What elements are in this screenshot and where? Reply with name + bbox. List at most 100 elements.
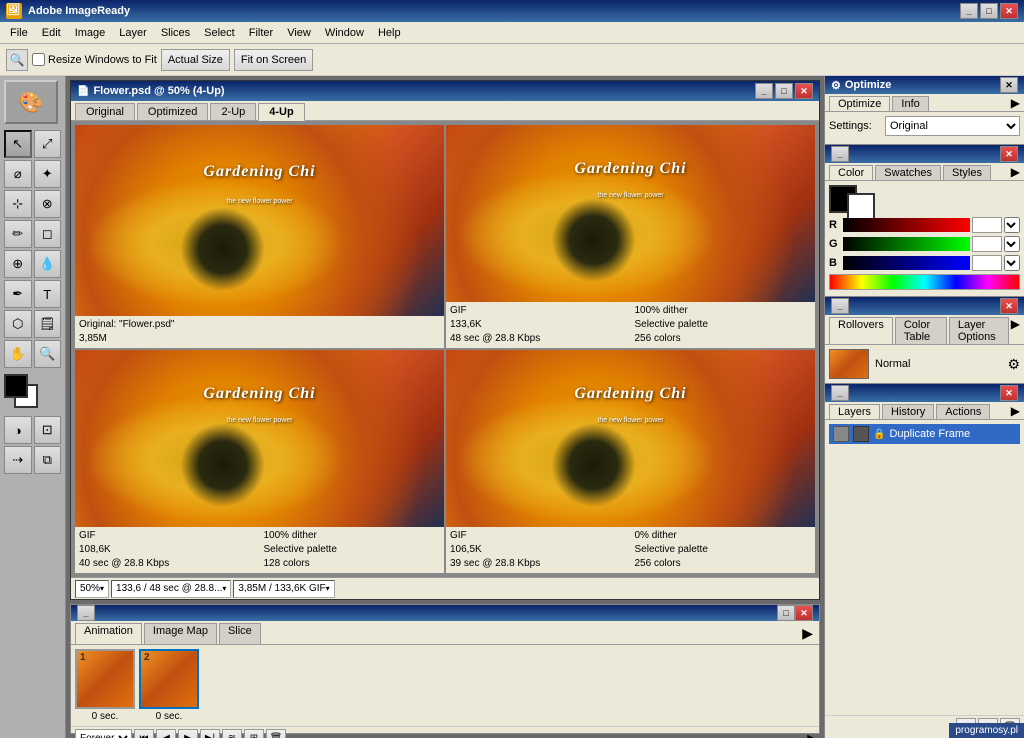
zoom-tool-icon[interactable]: 🔍 [6, 49, 28, 71]
tab-layers[interactable]: Layers [829, 404, 880, 419]
minimize-button[interactable]: _ [960, 3, 978, 19]
tab-color[interactable]: Color [829, 165, 873, 180]
export-tool[interactable]: ⇢ [4, 446, 32, 474]
tab-history[interactable]: History [882, 404, 934, 419]
tab-swatches[interactable]: Swatches [875, 165, 941, 180]
g-dropdown[interactable]: ▾ [1004, 236, 1020, 252]
preview-toggle[interactable]: ◑ [4, 416, 32, 444]
r-input[interactable]: 00 [972, 217, 1002, 233]
preview-img-4[interactable]: Gardening Chi the new flower power [446, 350, 815, 527]
anim-panel-minimize[interactable]: _ [77, 605, 95, 621]
preview-img-3[interactable]: Gardening Chi the new flower power [75, 350, 444, 527]
delete-frame-button[interactable]: 🗑 [266, 729, 286, 738]
rollovers-menu[interactable]: ▶ [1011, 317, 1020, 344]
rollovers-minimize[interactable]: _ [831, 298, 849, 314]
rollover-thumbnail[interactable] [829, 349, 869, 379]
prev-frame-button[interactable]: ◀ [156, 729, 176, 738]
duplicate-frame-button[interactable]: ⊞ [244, 729, 264, 738]
preview-img-2[interactable]: Gardening Chi the new flower power [446, 125, 815, 302]
transform-tool[interactable]: ⤢ [34, 130, 61, 158]
tab-styles[interactable]: Styles [943, 165, 991, 180]
color-panel-minimize[interactable]: _ [831, 146, 849, 162]
tab-4up[interactable]: 4-Up [258, 103, 304, 121]
animation-frame-1[interactable]: 1 [75, 649, 135, 709]
first-frame-button[interactable]: ⏮ [134, 729, 154, 738]
next-frame-button[interactable]: ▶| [200, 729, 220, 738]
g-input[interactable]: 00 [972, 236, 1002, 252]
shape-tool[interactable]: ⬡ [4, 310, 32, 338]
animation-frame-2[interactable]: 2 [139, 649, 199, 709]
blur-tool[interactable]: 💧 [34, 250, 62, 278]
tab-rollovers[interactable]: Rollovers [829, 317, 893, 344]
layers-minimize[interactable]: _ [831, 385, 849, 401]
text-tool[interactable]: T [34, 280, 62, 308]
img-maximize-button[interactable]: □ [775, 83, 793, 99]
opt-panel-close[interactable]: ✕ [1000, 77, 1018, 93]
rollovers-close[interactable]: ✕ [1000, 298, 1018, 314]
zoom-tool[interactable]: 🔍 [34, 340, 62, 368]
zoom-arrow[interactable]: ▾ [100, 584, 104, 593]
menu-file[interactable]: File [4, 25, 34, 41]
menu-view[interactable]: View [281, 25, 317, 41]
resize-windows-check[interactable]: Resize Windows to Fit [32, 53, 157, 66]
menu-image[interactable]: Image [69, 25, 112, 41]
tab-color-table[interactable]: Color Table [895, 317, 947, 344]
menu-edit[interactable]: Edit [36, 25, 67, 41]
fg-color-swatch[interactable] [4, 374, 28, 398]
g-slider[interactable] [843, 237, 970, 251]
tab-layer-options[interactable]: Layer Options [949, 317, 1009, 344]
size-arrow-1[interactable]: ▾ [222, 584, 226, 593]
pen-tool[interactable]: ✒ [4, 280, 32, 308]
layer-item-1[interactable]: 🔒 Duplicate Frame [829, 424, 1020, 444]
lasso-tool[interactable]: ⌀ [4, 160, 32, 188]
b-dropdown[interactable]: ▾ [1004, 255, 1020, 271]
img-minimize-button[interactable]: _ [755, 83, 773, 99]
tab-image-map[interactable]: Image Map [144, 623, 217, 644]
stamp-tool[interactable]: ⊕ [4, 250, 32, 278]
tab-optimized[interactable]: Optimized [137, 103, 209, 120]
menu-select[interactable]: Select [198, 25, 241, 41]
color-panel-close[interactable]: ✕ [1000, 146, 1018, 162]
b-slider[interactable] [843, 256, 970, 270]
menu-layer[interactable]: Layer [113, 25, 153, 41]
tab-actions[interactable]: Actions [936, 404, 990, 419]
menu-slices[interactable]: Slices [155, 25, 196, 41]
layers-close[interactable]: ✕ [1000, 385, 1018, 401]
anim-panel-maximize[interactable]: □ [777, 605, 795, 621]
menu-window[interactable]: Window [319, 25, 370, 41]
menu-filter[interactable]: Filter [243, 25, 279, 41]
color-swatch-bar[interactable] [829, 274, 1020, 290]
menu-help[interactable]: Help [372, 25, 407, 41]
tab-optimize[interactable]: Optimize [829, 96, 890, 111]
rollover-gear-icon[interactable]: ⚙ [1007, 356, 1020, 373]
loop-select[interactable]: Forever [75, 729, 132, 738]
tab-info[interactable]: Info [892, 96, 928, 111]
fit-screen-button[interactable]: Fit on Screen [234, 49, 313, 71]
anim-panel-close[interactable]: ✕ [795, 605, 813, 621]
tab-animation[interactable]: Animation [75, 623, 142, 644]
r-slider[interactable] [843, 218, 970, 232]
color-panel-menu[interactable]: ▶ [1011, 165, 1020, 180]
b-input[interactable]: 00 [972, 255, 1002, 271]
layers-menu[interactable]: ▶ [1011, 404, 1020, 419]
close-button[interactable]: ✕ [1000, 3, 1018, 19]
anim-scroll-right[interactable]: ▶ [807, 733, 815, 738]
background-color[interactable] [847, 193, 875, 221]
crop-tool[interactable]: ⊹ [4, 190, 32, 218]
maximize-button[interactable]: □ [980, 3, 998, 19]
opt-panel-menu[interactable]: ▶ [1011, 96, 1020, 111]
toggle-tool[interactable]: ⊡ [34, 416, 62, 444]
wand-tool[interactable]: ✦ [34, 160, 62, 188]
tab-original[interactable]: Original [75, 103, 135, 120]
actual-size-button[interactable]: Actual Size [161, 49, 230, 71]
size-arrow-2[interactable]: ▾ [326, 584, 330, 593]
preview-img-1[interactable]: Gardening Chi the new flower power [75, 125, 444, 316]
slice-tool[interactable]: ⊗ [34, 190, 62, 218]
play-button[interactable]: ▶ [178, 729, 198, 738]
brush-tool[interactable]: ✏ [4, 220, 32, 248]
select-tool[interactable]: ↖ [4, 130, 32, 158]
r-dropdown[interactable]: ▾ [1004, 217, 1020, 233]
tween-button[interactable]: ≋ [222, 729, 242, 738]
anim-menu-arrow[interactable]: ▶ [800, 623, 815, 644]
tab-2up[interactable]: 2-Up [210, 103, 256, 120]
